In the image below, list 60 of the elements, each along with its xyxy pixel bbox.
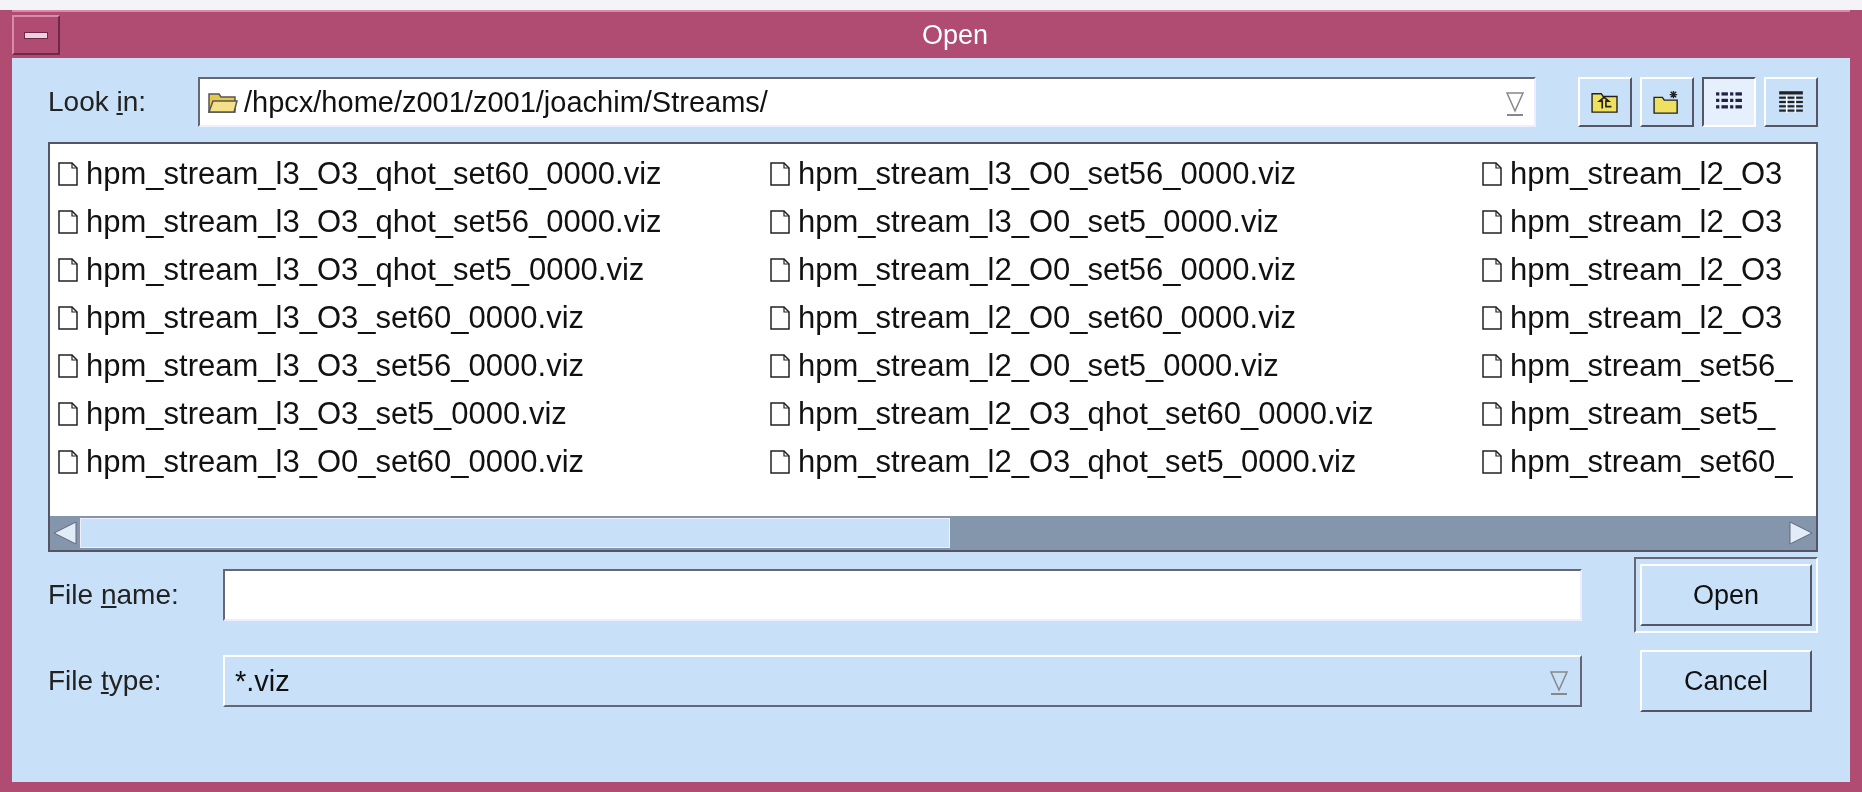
list-view-button[interactable] bbox=[1702, 77, 1756, 127]
file-icon bbox=[58, 209, 78, 235]
file-item[interactable]: hpm_stream_l3_O3_set5_0000.viz bbox=[58, 390, 770, 438]
file-icon bbox=[58, 305, 78, 331]
file-icon bbox=[770, 257, 790, 283]
horizontal-scrollbar[interactable] bbox=[50, 516, 1816, 550]
file-item[interactable]: hpm_stream_l3_O0_set5_0000.viz bbox=[770, 198, 1482, 246]
file-item[interactable]: hpm_stream_l3_O3_qhot_set60_0000.viz bbox=[58, 150, 770, 198]
file-name-field[interactable] bbox=[223, 569, 1582, 621]
file-item[interactable]: hpm_stream_l2_O3_qhot_set5_0000.viz bbox=[770, 438, 1482, 486]
file-item[interactable]: hpm_stream_set5_ bbox=[1482, 390, 1793, 438]
file-icon bbox=[58, 161, 78, 187]
file-icon bbox=[58, 353, 78, 379]
file-icon bbox=[770, 305, 790, 331]
open-button[interactable]: Open bbox=[1634, 557, 1818, 633]
file-item[interactable]: hpm_stream_l3_O3_qhot_set5_0000.viz bbox=[58, 246, 770, 294]
window-menu-button[interactable] bbox=[12, 15, 60, 55]
file-icon bbox=[1482, 161, 1502, 187]
file-item[interactable]: hpm_stream_set56_ bbox=[1482, 342, 1793, 390]
file-item[interactable]: hpm_stream_l2_O0_set60_0000.viz bbox=[770, 294, 1482, 342]
file-icon bbox=[770, 449, 790, 475]
details-view-button[interactable] bbox=[1764, 77, 1818, 127]
new-folder-button[interactable] bbox=[1640, 77, 1694, 127]
file-icon bbox=[770, 161, 790, 187]
file-item[interactable]: hpm_stream_l3_O3_set60_0000.viz bbox=[58, 294, 770, 342]
file-item[interactable]: hpm_stream_l2_O3 bbox=[1482, 198, 1793, 246]
file-item[interactable]: hpm_stream_l3_O3_set56_0000.viz bbox=[58, 342, 770, 390]
file-item[interactable]: hpm_stream_l2_O3 bbox=[1482, 294, 1793, 342]
file-item[interactable]: hpm_stream_l2_O3_qhot_set60_0000.viz bbox=[770, 390, 1482, 438]
details-view-icon bbox=[1777, 90, 1805, 114]
file-icon bbox=[770, 401, 790, 427]
file-icon bbox=[1482, 401, 1502, 427]
look-in-label: Look in: bbox=[48, 86, 148, 118]
parent-folder-button[interactable] bbox=[1578, 77, 1632, 127]
window-title: Open bbox=[920, 19, 990, 51]
file-item[interactable]: hpm_stream_set60_ bbox=[1482, 438, 1793, 486]
file-item[interactable]: hpm_stream_l2_O0_set5_0000.viz bbox=[770, 342, 1482, 390]
file-item[interactable]: hpm_stream_l3_O3_qhot_set56_0000.viz bbox=[58, 198, 770, 246]
file-icon bbox=[1482, 353, 1502, 379]
folder-up-icon bbox=[1591, 90, 1619, 114]
file-icon bbox=[770, 353, 790, 379]
file-icon bbox=[58, 401, 78, 427]
file-icon bbox=[1482, 257, 1502, 283]
look-in-dropdown[interactable]: /hpcx/home/z001/z001/joachim/Streams/ bbox=[198, 77, 1536, 127]
file-item[interactable]: hpm_stream_l2_O0_set56_0000.viz bbox=[770, 246, 1482, 294]
file-icon bbox=[1482, 305, 1502, 331]
file-item[interactable]: hpm_stream_l2_O3 bbox=[1482, 246, 1793, 294]
file-icon bbox=[58, 257, 78, 283]
file-icon bbox=[58, 449, 78, 475]
file-type-label: File type: bbox=[48, 665, 163, 697]
file-icon bbox=[1482, 209, 1502, 235]
folder-icon bbox=[208, 90, 238, 114]
file-name-label: File name: bbox=[48, 579, 180, 611]
file-item[interactable]: hpm_stream_l2_O3 bbox=[1482, 150, 1793, 198]
new-folder-icon bbox=[1653, 90, 1681, 114]
file-icon bbox=[1482, 449, 1502, 475]
file-item[interactable]: hpm_stream_l3_O0_set60_0000.viz bbox=[58, 438, 770, 486]
file-item[interactable]: hpm_stream_l3_O0_set56_0000.viz bbox=[770, 150, 1482, 198]
file-type-dropdown[interactable]: *.viz bbox=[223, 655, 1582, 707]
file-icon bbox=[770, 209, 790, 235]
